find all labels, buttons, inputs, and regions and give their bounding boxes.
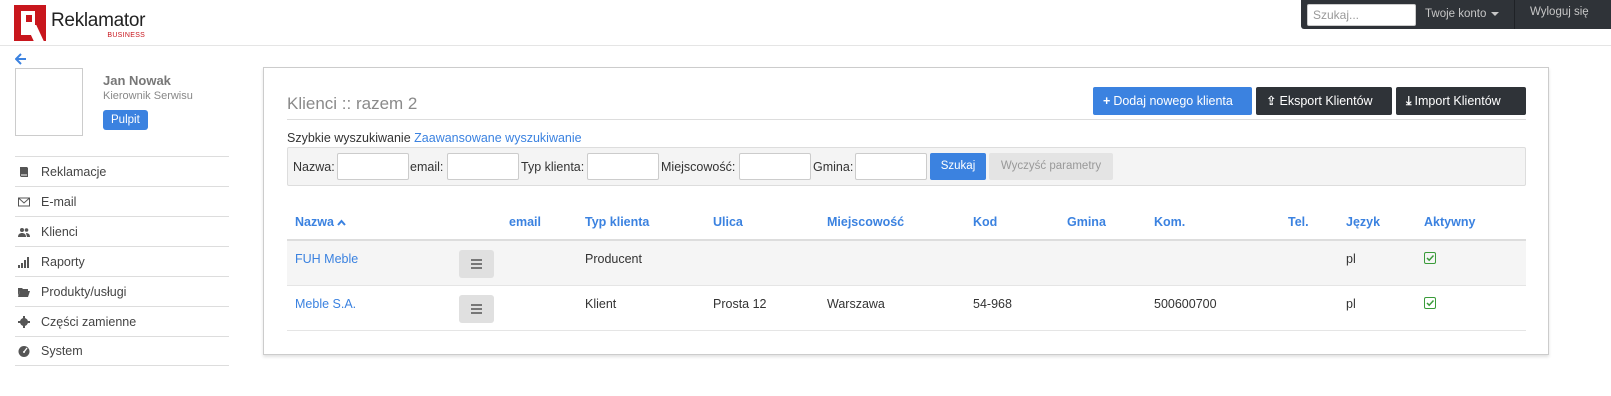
client-type: Producent — [585, 252, 642, 266]
table-row: Meble S.A. Klient Prosta 12 Warszawa 54-… — [287, 286, 1526, 331]
sidebar-item-label: Raporty — [41, 254, 85, 269]
users-icon — [15, 226, 41, 238]
logo-subtitle: BUSINESS — [107, 32, 146, 39]
dashboard-icon — [15, 345, 41, 357]
avatar — [15, 68, 83, 136]
sidebar-nav: Reklamacje E-mail Klienci Raporty Produk… — [15, 156, 229, 366]
column-header-kod[interactable]: Kod — [973, 215, 997, 229]
client-language: pl — [1346, 252, 1356, 266]
table-header: Nazwa email Typ klienta Ulica Miejscowoś… — [287, 205, 1526, 241]
caret-down-icon — [1491, 11, 1500, 16]
arrow-left-icon[interactable] — [15, 53, 27, 65]
top-right-menu: Twoje konto Wyloguj się — [1301, 0, 1611, 29]
book-icon — [15, 166, 41, 178]
column-header-aktywny[interactable]: Aktywny — [1424, 215, 1475, 229]
row-menu-button[interactable] — [459, 295, 494, 323]
sort-asc-icon — [337, 215, 347, 229]
app-logo[interactable]: Reklamator BUSINESS — [14, 5, 145, 41]
column-header-tel[interactable]: Tel. — [1288, 215, 1309, 229]
column-header-ulica[interactable]: Ulica — [713, 215, 743, 229]
sidebar-item-raporty[interactable]: Raporty — [15, 246, 229, 276]
user-role: Kierownik Serwisu — [103, 90, 193, 102]
client-mobile: 500600700 — [1154, 297, 1217, 311]
sidebar-item-label: System — [41, 344, 83, 358]
filter-bar: Nazwa: email: Typ klienta: Miejscowość: … — [287, 147, 1526, 186]
sidebar-item-email[interactable]: E-mail — [15, 186, 229, 216]
plus-icon: + — [1103, 94, 1111, 108]
filter-name-label: Nazwa: — [293, 160, 335, 174]
client-name-link[interactable]: FUH Meble — [295, 252, 358, 266]
sidebar-item-produkty[interactable]: Produkty/usługi — [15, 276, 229, 306]
signal-icon — [15, 256, 41, 268]
filter-commune-label: Gmina: — [813, 160, 854, 174]
add-client-button[interactable]: + Dodaj nowego klienta — [1093, 87, 1252, 115]
dashboard-button[interactable]: Pulpit — [103, 110, 148, 130]
filter-type-input[interactable] — [587, 153, 659, 180]
export-clients-button[interactable]: ⇪ Eksport Klientów — [1256, 87, 1392, 115]
column-header-email[interactable]: email — [509, 215, 541, 229]
quick-search-label: Szybkie wyszukiwanie — [287, 131, 411, 145]
sidebar-item-reklamacje[interactable]: Reklamacje — [15, 156, 229, 186]
sidebar-item-system[interactable]: System — [15, 336, 229, 366]
global-search-input[interactable] — [1307, 4, 1416, 26]
divider — [1514, 0, 1515, 29]
table-row: FUH Meble Producent pl — [287, 241, 1526, 286]
download-icon: ⤓ — [1406, 94, 1412, 108]
check-square-icon — [1424, 252, 1436, 264]
folder-open-icon — [15, 286, 41, 298]
sidebar-item-label: Klienci — [41, 224, 78, 239]
clients-panel: Klienci :: razem 2 + Dodaj nowego klienta… — [263, 67, 1549, 355]
filter-city-input[interactable] — [739, 153, 811, 180]
import-clients-button[interactable]: ⤓ Import Klientów — [1396, 87, 1526, 115]
page-title: Klienci :: razem 2 — [287, 94, 418, 113]
logo-mark-icon — [14, 5, 46, 41]
advanced-search-link[interactable]: Zaawansowane wyszukiwanie — [414, 131, 581, 145]
filter-commune-input[interactable] — [855, 153, 927, 180]
sidebar-item-label: E-mail — [41, 194, 77, 209]
top-bar: Reklamator BUSINESS Twoje konto Wyloguj … — [0, 0, 1611, 46]
account-label: Twoje konto — [1425, 8, 1487, 20]
logout-button[interactable]: Wyloguj się — [1530, 6, 1589, 18]
search-button[interactable]: Szukaj — [930, 153, 986, 180]
cog-icon — [15, 315, 41, 328]
column-header-nazwa[interactable]: Nazwa — [295, 215, 347, 229]
filter-name-input[interactable] — [337, 153, 409, 180]
search-mode-bar: Szybkie wyszukiwanie Zaawansowane wyszuk… — [287, 131, 582, 145]
client-type: Klient — [585, 297, 617, 311]
clear-filters-button[interactable]: Wyczyść parametry — [989, 153, 1113, 180]
envelope-icon — [15, 196, 41, 208]
filter-email-input[interactable] — [447, 153, 519, 180]
column-header-typ[interactable]: Typ klienta — [585, 215, 649, 229]
filter-city-label: Miejscowość: — [661, 160, 736, 174]
column-header-jezyk[interactable]: Język — [1346, 215, 1380, 229]
column-header-gmina[interactable]: Gmina — [1067, 215, 1106, 229]
sidebar-item-czesci[interactable]: Części zamienne — [15, 306, 229, 336]
client-language: pl — [1346, 297, 1356, 311]
upload-icon: ⇪ — [1266, 94, 1277, 108]
client-code: 54-968 — [973, 297, 1012, 311]
account-dropdown[interactable]: Twoje konto — [1425, 8, 1500, 20]
column-header-miejscowosc[interactable]: Miejscowość — [827, 215, 904, 229]
sidebar-item-label: Części zamienne — [41, 314, 137, 329]
sidebar-item-label: Reklamacje — [41, 164, 107, 179]
sidebar-item-klienci[interactable]: Klienci — [15, 216, 229, 246]
filter-email-label: email: — [410, 160, 444, 174]
client-street: Prosta 12 — [713, 297, 767, 311]
column-header-kom[interactable]: Kom. — [1154, 215, 1185, 229]
check-square-icon — [1424, 297, 1436, 309]
row-menu-button[interactable] — [459, 250, 494, 278]
client-name-link[interactable]: Meble S.A. — [295, 297, 356, 311]
client-city: Warszawa — [827, 297, 885, 311]
logo-name: Reklamator — [51, 10, 146, 31]
divider — [287, 119, 1526, 120]
sidebar-item-label: Produkty/usługi — [41, 284, 127, 299]
user-name: Jan Nowak — [103, 73, 171, 88]
filter-type-label: Typ klienta: — [521, 160, 585, 174]
